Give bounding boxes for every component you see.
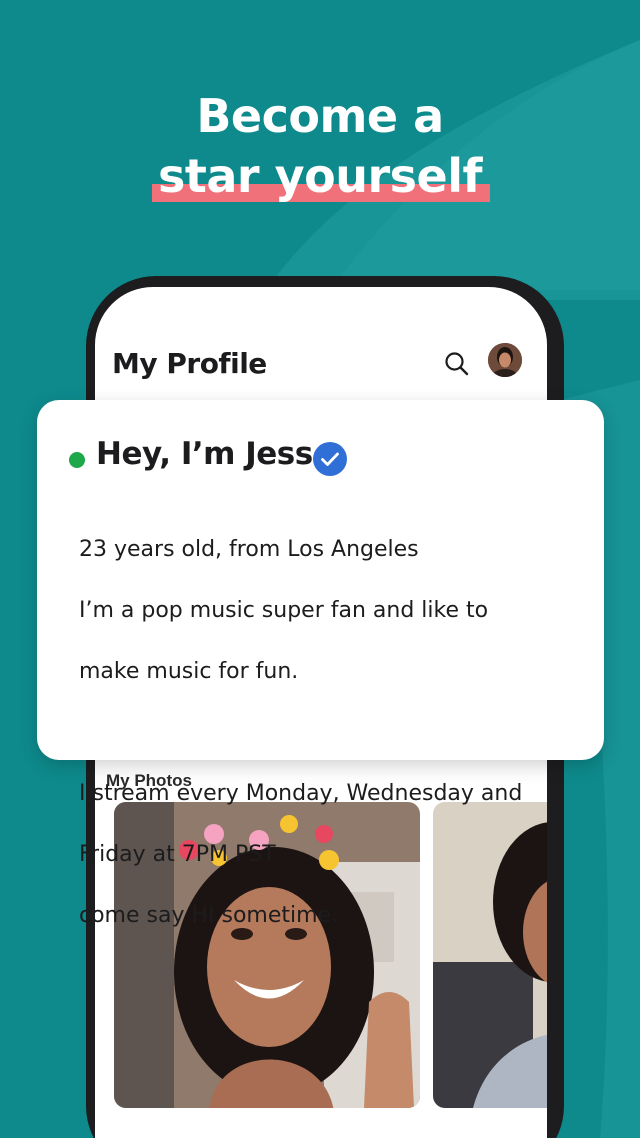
bio-spacer xyxy=(79,718,579,749)
search-button[interactable] xyxy=(442,349,472,379)
page-title: My Profile xyxy=(112,347,267,380)
headline-line1: Become a xyxy=(196,89,444,143)
profile-card: Hey, I’m Jess 23 years old, from Los Ang… xyxy=(37,400,604,928)
bio-line: I stream every Monday, Wednesday and xyxy=(79,780,523,806)
app-header: My Profile xyxy=(112,343,532,387)
bio-line: I’m a pop music super fan and like to xyxy=(79,597,489,623)
verified-check-icon xyxy=(313,442,347,476)
search-icon xyxy=(445,352,469,376)
bio-line: Friday at 7PM PST xyxy=(79,841,276,867)
bio-line: 23 years old, from Los Angeles xyxy=(79,536,419,562)
bio-line: make music for fun. xyxy=(79,658,299,684)
profile-bio: 23 years old, from Los Angeles I’m a pop… xyxy=(79,504,579,962)
bio-line: come say HI sometime. xyxy=(79,902,339,928)
headline-line2-wrap: star yourself xyxy=(152,148,490,204)
profile-name: Hey, I’m Jess xyxy=(96,436,313,472)
user-avatar-icon xyxy=(488,343,522,377)
headline: Become a star yourself xyxy=(0,86,640,204)
online-status-dot xyxy=(69,452,85,468)
avatar[interactable] xyxy=(488,343,522,377)
headline-line2: star yourself xyxy=(158,149,483,203)
